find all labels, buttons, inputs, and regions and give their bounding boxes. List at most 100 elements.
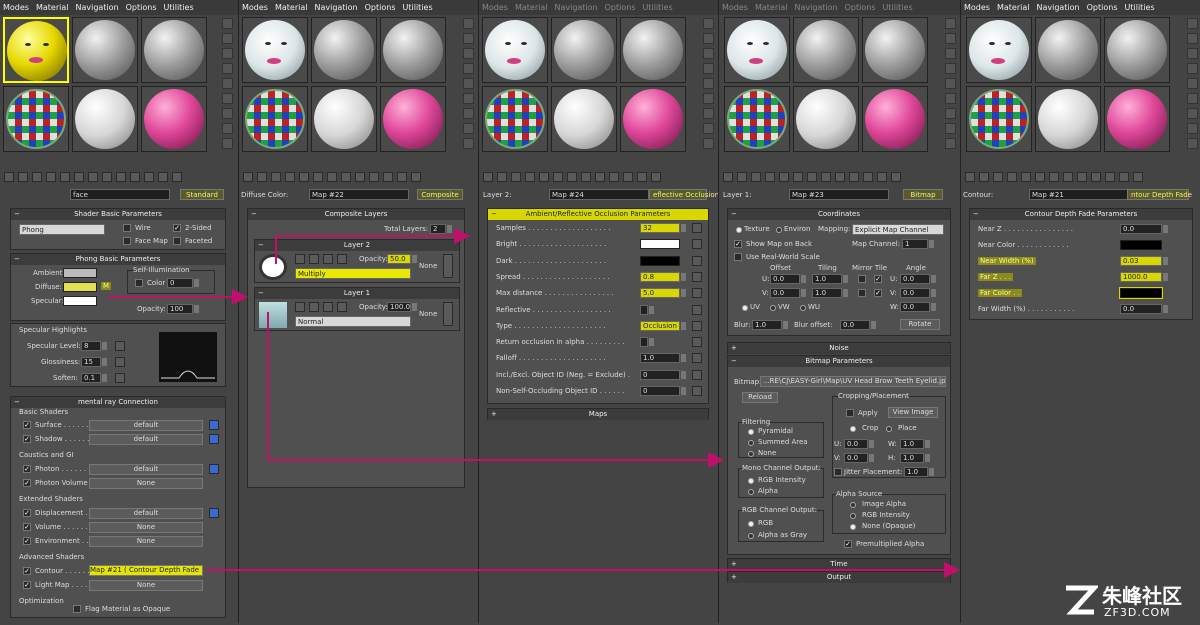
occlusion-param-value[interactable] <box>640 337 654 348</box>
sample-slot[interactable] <box>482 86 548 152</box>
mask-none-label[interactable]: None <box>419 262 437 270</box>
menu-utilities[interactable]: Utilities <box>403 3 433 12</box>
tool-icon[interactable] <box>703 18 714 29</box>
layer-header[interactable]: − Layer 1 <box>255 288 459 299</box>
layer-tool-icon[interactable] <box>309 254 319 264</box>
tool-icon[interactable] <box>553 172 563 182</box>
tool-icon[interactable] <box>222 78 233 89</box>
photon-volume-button[interactable]: None <box>89 478 203 489</box>
tool-icon[interactable] <box>463 93 474 104</box>
rollout-header[interactable]: − Phong Basic Parameters <box>11 254 225 265</box>
tool-icon[interactable] <box>945 18 956 29</box>
jitter-checkbox[interactable] <box>834 468 842 476</box>
sample-slot[interactable] <box>724 86 790 152</box>
map-slot[interactable] <box>115 373 125 383</box>
menu-options[interactable]: Options <box>605 3 636 12</box>
crop-h-spinner[interactable]: 1.0 <box>900 453 930 463</box>
summed-radio[interactable] <box>748 440 754 446</box>
map-name-field[interactable]: Map #22 <box>309 189 409 200</box>
tool-icon[interactable] <box>483 172 493 182</box>
tool-icon[interactable] <box>1187 63 1198 74</box>
mask-slot[interactable] <box>443 302 453 326</box>
lock-icon[interactable] <box>209 434 219 444</box>
crop-radio[interactable] <box>850 426 856 432</box>
tool-icon[interactable] <box>637 172 647 182</box>
v-mirror-checkbox[interactable] <box>858 289 866 297</box>
tool-icon[interactable] <box>463 78 474 89</box>
tool-icon[interactable] <box>397 172 407 182</box>
mapping-dropdown[interactable]: Explicit Map Channel <box>852 224 944 235</box>
rgb-intensity-radio[interactable] <box>748 478 754 484</box>
tool-icon[interactable] <box>567 172 577 182</box>
tool-icon[interactable] <box>222 108 233 119</box>
environ-radio[interactable] <box>776 227 782 233</box>
rgb-intensity2-radio[interactable] <box>850 513 856 519</box>
spec-level-spinner[interactable]: 8 <box>81 341 107 351</box>
tool-icon[interactable] <box>651 172 661 182</box>
tool-icon[interactable] <box>4 172 14 182</box>
shadow-shader-button[interactable]: default <box>89 434 203 445</box>
tool-icon[interactable] <box>525 172 535 182</box>
v-angle-spinner[interactable]: 0.0 <box>900 288 936 298</box>
blur-offset-spinner[interactable]: 0.0 <box>840 320 876 330</box>
tool-icon[interactable] <box>222 123 233 134</box>
sample-slot[interactable] <box>3 86 69 152</box>
tool-icon[interactable] <box>1119 172 1129 182</box>
tool-icon[interactable] <box>369 172 379 182</box>
tool-icon[interactable] <box>222 48 233 59</box>
tool-icon[interactable] <box>463 18 474 29</box>
ambient-swatch[interactable] <box>63 268 97 278</box>
tool-icon[interactable] <box>511 172 521 182</box>
tool-icon[interactable] <box>849 172 859 182</box>
sample-slot[interactable] <box>793 86 859 152</box>
view-image-button[interactable]: View Image <box>888 407 938 418</box>
tool-icon[interactable] <box>793 172 803 182</box>
sample-slot-face[interactable] <box>3 17 69 83</box>
volume-button[interactable]: None <box>89 522 203 533</box>
soften-spinner[interactable]: 0.1 <box>81 373 107 383</box>
sample-slot[interactable] <box>620 86 686 152</box>
sample-slot-face[interactable] <box>966 17 1032 83</box>
tool-icon[interactable] <box>463 63 474 74</box>
apply-checkbox[interactable] <box>846 409 854 417</box>
self-illum-spinner[interactable]: 0 <box>167 278 199 288</box>
tool-icon[interactable] <box>1187 33 1198 44</box>
tool-icon[interactable] <box>945 48 956 59</box>
sample-slot-face[interactable] <box>482 17 548 83</box>
specular-swatch[interactable] <box>63 296 97 306</box>
menu-navigation[interactable]: Navigation <box>1036 3 1079 12</box>
sample-slot-face[interactable] <box>242 17 308 83</box>
lock-icon[interactable] <box>209 508 219 518</box>
occlusion-param-value[interactable]: 0 <box>640 369 686 380</box>
tool-icon[interactable] <box>737 172 747 182</box>
shader-dropdown[interactable]: Phong <box>19 224 105 235</box>
tool-icon[interactable] <box>703 63 714 74</box>
layer2-blend-dropdown[interactable]: Multiply <box>295 268 411 279</box>
tool-icon[interactable] <box>222 33 233 44</box>
tool-icon[interactable] <box>945 63 956 74</box>
layer-tool-icon[interactable] <box>337 254 347 264</box>
menu-utilities[interactable]: Utilities <box>883 3 913 12</box>
tool-icon[interactable] <box>130 172 140 182</box>
menu-utilities[interactable]: Utilities <box>1125 3 1155 12</box>
wu-radio[interactable] <box>800 305 806 311</box>
wire-checkbox[interactable] <box>123 224 131 232</box>
map-slot[interactable] <box>692 271 702 282</box>
tool-icon[interactable] <box>116 172 126 182</box>
tool-icon[interactable] <box>285 172 295 182</box>
occlusion-param-value[interactable] <box>640 304 654 315</box>
tool-icon[interactable] <box>271 172 281 182</box>
tool-icon[interactable] <box>222 93 233 104</box>
tool-icon[interactable] <box>74 172 84 182</box>
near-color-swatch[interactable] <box>1120 240 1162 250</box>
show-back-checkbox[interactable]: ✓ <box>734 240 742 248</box>
tool-icon[interactable] <box>463 138 474 149</box>
rollout-header[interactable]: + Noise <box>728 343 950 354</box>
sample-slot[interactable] <box>1104 17 1170 83</box>
image-alpha-radio[interactable] <box>850 502 856 508</box>
occlusion-param-value[interactable]: 32 <box>640 223 686 233</box>
tool-icon[interactable] <box>965 172 975 182</box>
tool-icon[interactable] <box>779 172 789 182</box>
photon-checkbox[interactable]: ✓ <box>23 465 31 473</box>
displacement-button[interactable]: default <box>89 508 203 519</box>
